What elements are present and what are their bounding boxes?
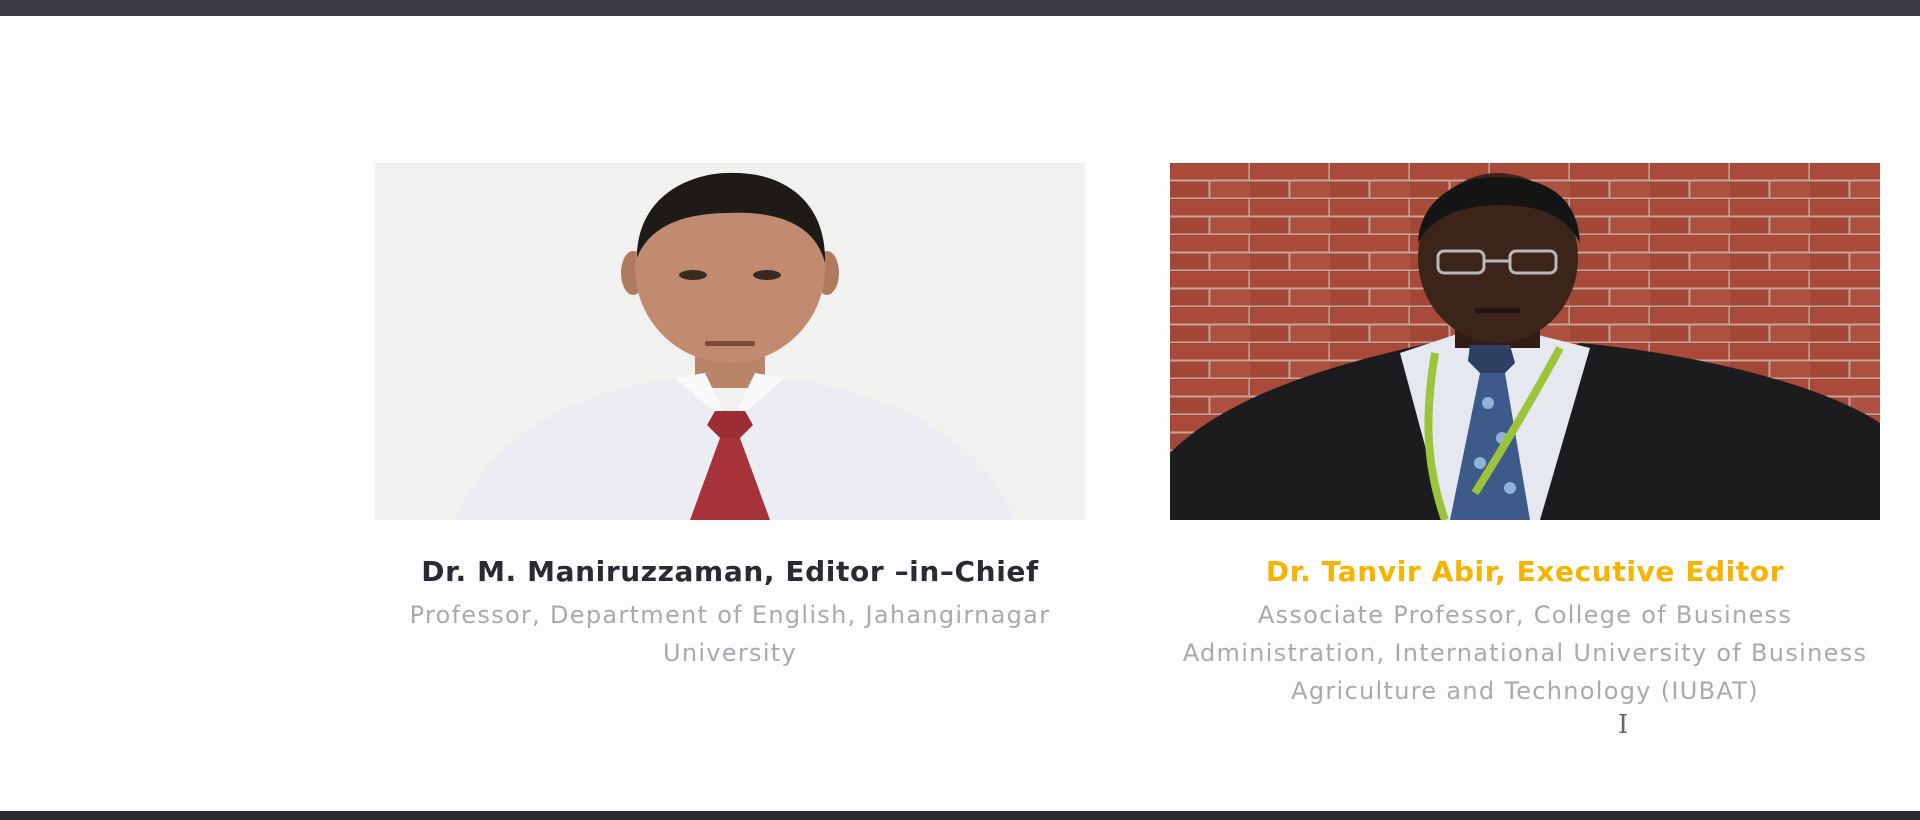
editor-description: Professor, Department of English, Jahang… (409, 601, 1051, 667)
editor-description: Associate Professor, College of Business… (1182, 601, 1868, 705)
editor-name[interactable]: Dr. M. Maniruzzaman, Editor –in–Chief (375, 558, 1085, 586)
editor-photo (1170, 163, 1880, 520)
editor-name[interactable]: Dr. Tanvir Abir, Executive Editor (1170, 558, 1880, 586)
editor-card: Dr. M. Maniruzzaman, Editor –in–Chief Pr… (375, 163, 1085, 672)
text-cursor-icon: I (1618, 710, 1629, 740)
editor-photo (375, 163, 1085, 520)
editor-card: Dr. Tanvir Abir, Executive Editor Associ… (1170, 163, 1880, 710)
top-bar (0, 0, 1920, 16)
bottom-bar (0, 811, 1920, 820)
